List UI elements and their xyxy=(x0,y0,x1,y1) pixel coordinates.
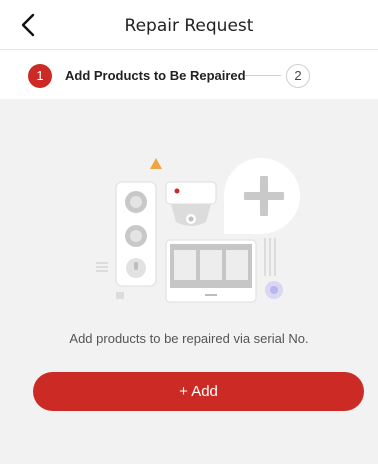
camera-device xyxy=(165,181,217,226)
header: Repair Request xyxy=(0,0,378,50)
step-1-number: 1 xyxy=(28,64,52,88)
disc-decoration xyxy=(265,281,283,299)
empty-state-hint: Add products to be repaired via serial N… xyxy=(69,331,309,346)
add-button[interactable]: + Add xyxy=(33,372,364,411)
page-title: Repair Request xyxy=(124,16,254,36)
nvr-device xyxy=(165,239,257,303)
triangle-decoration xyxy=(150,158,162,169)
step-2-number: 2 xyxy=(286,64,310,88)
devices-illustration xyxy=(88,150,308,310)
doorbell-device xyxy=(115,181,157,287)
step-indicator: 1 Add Products to Be Repaired 2 xyxy=(0,50,378,99)
step-1-label: Add Products to Be Repaired xyxy=(65,68,246,83)
step-connector xyxy=(245,75,281,76)
